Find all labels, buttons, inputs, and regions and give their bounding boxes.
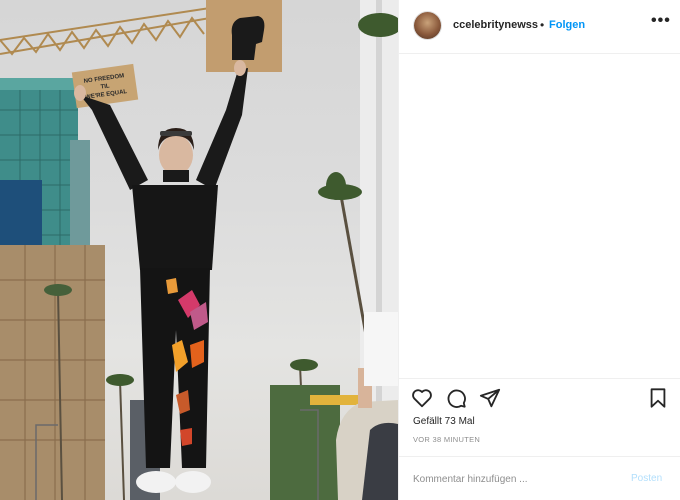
comment-input[interactable] [413, 470, 613, 488]
avatar[interactable] [414, 12, 441, 39]
scaffold-building [0, 245, 105, 500]
follow-button[interactable]: Folgen [549, 19, 585, 31]
post-timestamp[interactable]: VOR 38 MINUTEN [413, 435, 480, 444]
like-count[interactable]: Gefällt 73 Mal [413, 416, 475, 427]
send-icon[interactable] [479, 387, 501, 409]
action-bar [399, 378, 680, 416]
separator-dot: • [540, 18, 545, 32]
comment-form: Posten [399, 456, 680, 500]
billboard [0, 180, 42, 250]
photo-scene: NO FREEDOM TIL WE'RE EQUAL [0, 0, 398, 500]
comment-icon[interactable] [445, 387, 467, 409]
more-options-icon[interactable]: ••• [651, 12, 671, 30]
post-header: ccelebritynewss • Folgen ••• [399, 0, 680, 54]
fist-sign [206, 0, 282, 72]
post-sidebar: ccelebritynewss • Folgen ••• Gefällt 73 … [398, 0, 680, 500]
bookmark-icon[interactable] [647, 387, 669, 409]
heart-icon[interactable] [411, 387, 433, 409]
username[interactable]: ccelebritynewss [453, 19, 538, 31]
crane [0, 7, 211, 56]
bystander [336, 312, 398, 500]
post-photo[interactable]: NO FREEDOM TIL WE'RE EQUAL [0, 0, 398, 500]
post-comment-button[interactable]: Posten [631, 473, 662, 484]
